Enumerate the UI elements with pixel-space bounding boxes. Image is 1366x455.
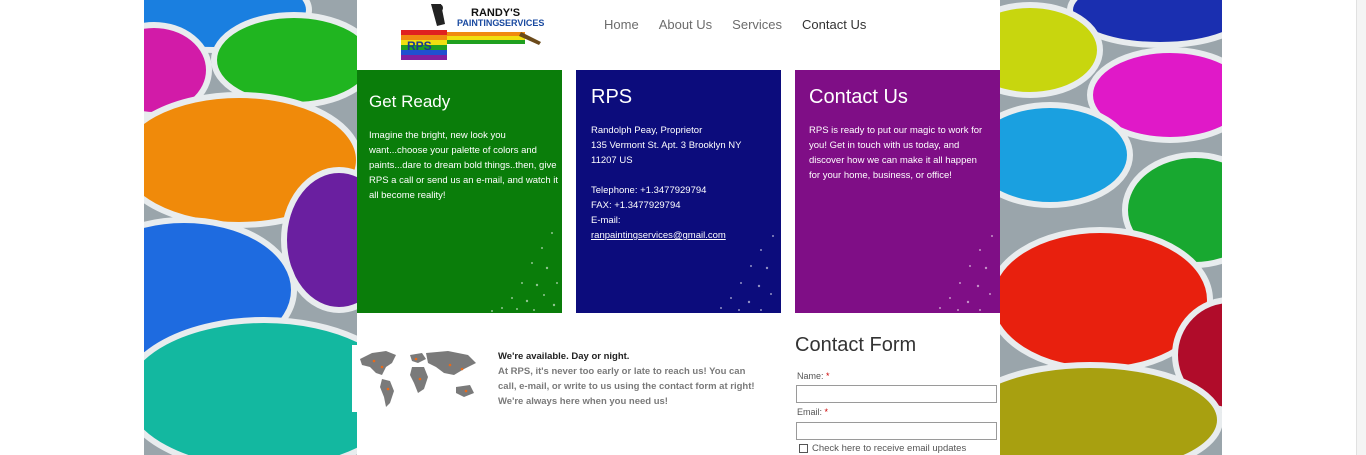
name-field[interactable]: [796, 385, 997, 403]
logo-mark: RPS: [407, 39, 432, 53]
contact-us-tile: Contact Us RPS is ready to put our magic…: [795, 70, 1000, 313]
rps-tile: RPS Randolph Peay, Proprietor 135 Vermon…: [576, 70, 781, 313]
page-scrollbar[interactable]: [1356, 0, 1366, 455]
main-content: RANDY'S PAINTING SERVICES RPS Home About…: [352, 0, 1000, 455]
email-label: Email: *: [797, 407, 828, 417]
name-label-text: Name:: [797, 371, 824, 381]
nav-services[interactable]: Services: [732, 17, 782, 32]
name-label: Name: *: [797, 371, 830, 381]
get-ready-tile: Get Ready Imagine the bright, new look y…: [357, 70, 562, 313]
rps-address-phone: Randolph Peay, Proprietor 135 Vermont St…: [591, 125, 742, 226]
email-updates-checkbox[interactable]: [799, 444, 808, 453]
paint-cans-right-image: [1000, 0, 1222, 455]
get-ready-title: Get Ready: [369, 92, 451, 111]
required-mark: *: [826, 371, 830, 381]
availability-section: We're available. Day or night. At RPS, i…: [498, 349, 763, 409]
speckle-decoration: [491, 232, 558, 312]
contact-form-title: Contact Form: [795, 334, 917, 356]
contact-us-text: RPS is ready to put our magic to work fo…: [809, 125, 983, 181]
availability-heading: We're available. Day or night.: [498, 351, 630, 362]
email-updates-row: Check here to receive email updates: [799, 443, 966, 454]
paint-cans-left-image: [144, 0, 357, 455]
site-logo[interactable]: RANDY'S PAINTING SERVICES RPS: [401, 2, 545, 66]
nav-about-us[interactable]: About Us: [659, 17, 712, 32]
speckle-decoration: [939, 235, 993, 311]
nav-home[interactable]: Home: [604, 17, 639, 32]
speckle-decoration: [720, 235, 774, 311]
nav-contact-us[interactable]: Contact Us: [802, 17, 866, 32]
main-nav: Home About Us Services Contact Us: [604, 17, 866, 32]
rps-title: RPS: [591, 86, 633, 108]
logo-line3: SERVICES: [499, 18, 544, 28]
email-updates-label: Check here to receive email updates: [812, 443, 967, 454]
contact-us-title: Contact Us: [809, 86, 908, 108]
email-field[interactable]: [796, 422, 997, 440]
availability-text: At RPS, it's never too early or late to …: [498, 366, 755, 407]
logo-line2: PAINTING: [457, 18, 499, 28]
world-map-image: [352, 345, 488, 412]
required-mark: *: [824, 407, 829, 417]
email-label-text: Email:: [797, 407, 823, 417]
get-ready-text: Imagine the bright, new look you want...…: [369, 130, 559, 201]
rps-contact-details: Randolph Peay, Proprietor 135 Vermont St…: [591, 123, 742, 243]
